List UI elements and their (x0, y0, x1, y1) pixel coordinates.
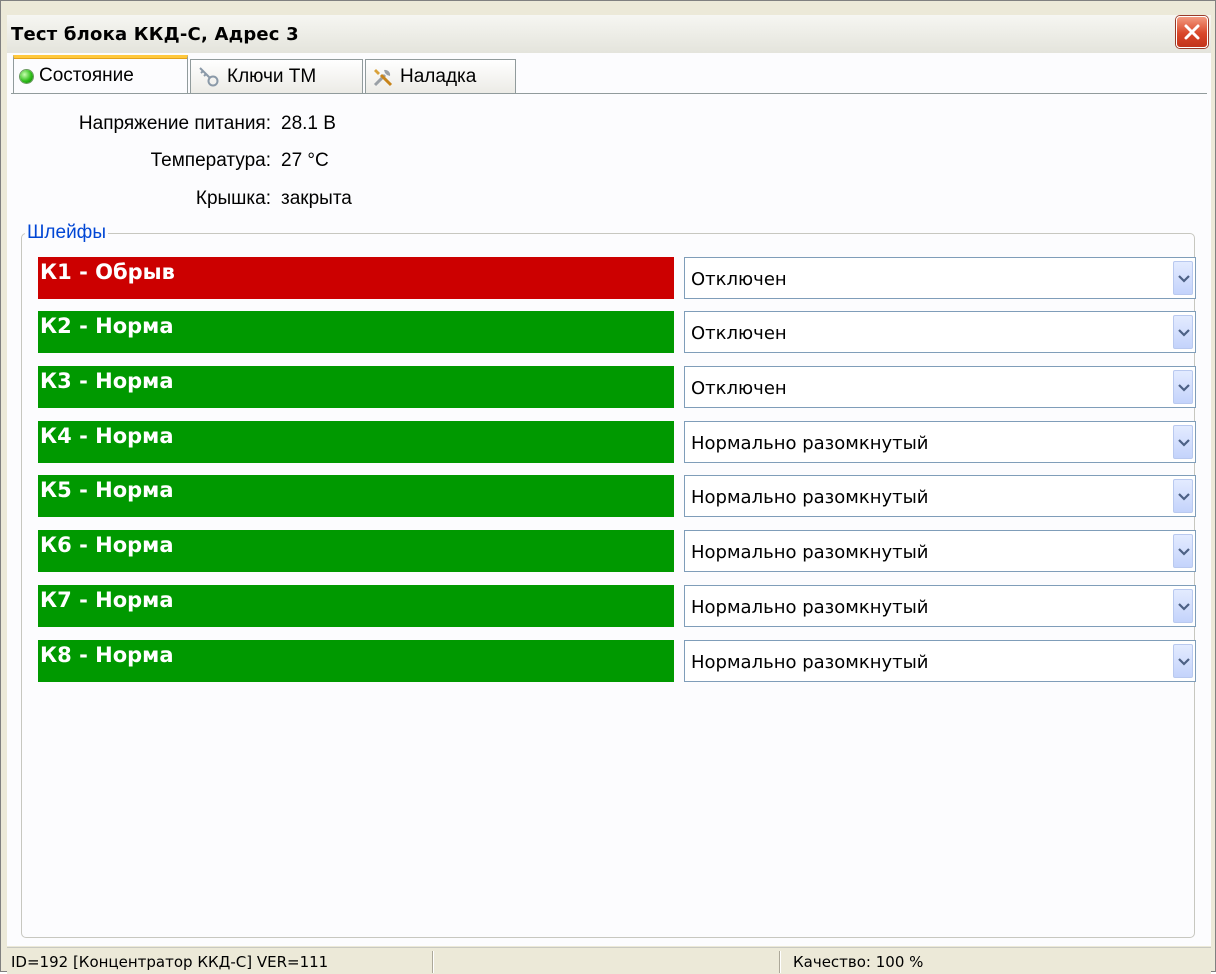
chevron-down-icon (1178, 275, 1190, 283)
dropdown-button[interactable] (1173, 261, 1193, 295)
select-value: Нормально разомкнутый (691, 487, 929, 508)
loop-status-bar: К3 - Норма (38, 366, 674, 408)
voltage-label: Напряжение питания: (78, 113, 271, 134)
tools-icon (373, 68, 393, 86)
chevron-down-icon (1178, 548, 1190, 556)
tab-strip-line (11, 93, 1207, 94)
select-value: Отключен (691, 323, 787, 344)
chevron-down-icon (1178, 658, 1190, 666)
window-title: Тест блока ККД-С, Адрес 3 (11, 24, 299, 45)
status-separator (432, 951, 433, 973)
device-info: ID=192 [Концентратор ККД-С] VER=111 (11, 953, 329, 971)
link-quality: Качество: 100 % (793, 953, 924, 971)
close-button[interactable] (1176, 16, 1208, 48)
client-area: Состояние Ключи ТМ Наладка Напряжение пи… (7, 53, 1211, 946)
tab-tm-keys[interactable]: Ключи ТМ (190, 59, 363, 93)
tab-setup[interactable]: Наладка (365, 59, 516, 93)
loop-status-bar: К2 - Норма (38, 311, 674, 353)
dropdown-button[interactable] (1173, 425, 1193, 459)
dropdown-button[interactable] (1173, 644, 1193, 678)
temperature-row: Температура: (7, 150, 271, 174)
loop-mode-select[interactable]: Нормально разомкнутый (684, 421, 1196, 463)
temperature-label: Температура: (150, 150, 271, 171)
loop-status-bar: К8 - Норма (38, 640, 674, 682)
loops-group-title: Шлейфы (25, 222, 108, 244)
dropdown-button[interactable] (1173, 479, 1193, 513)
loop-mode-select[interactable]: Нормально разомкнутый (684, 530, 1196, 572)
select-value: Нормально разомкнутый (691, 597, 929, 618)
loop-mode-select[interactable]: Нормально разомкнутый (684, 585, 1196, 627)
loop-mode-select[interactable]: Нормально разомкнутый (684, 475, 1196, 517)
loop-status-bar: К1 - Обрыв (38, 257, 674, 299)
loop-status-bar: К6 - Норма (38, 530, 674, 572)
tab-label: Ключи ТМ (227, 65, 317, 87)
loop-mode-select[interactable]: Отключен (684, 366, 1196, 408)
key-icon (199, 66, 219, 86)
title-bar[interactable]: Тест блока ККД-С, Адрес 3 (7, 15, 1211, 54)
status-bar: ID=192 [Концентратор ККД-С] VER=111 Каче… (7, 947, 1211, 974)
dropdown-button[interactable] (1173, 315, 1193, 349)
chevron-down-icon (1178, 493, 1190, 501)
loop-status-bar: К5 - Норма (38, 475, 674, 517)
status-separator (779, 951, 780, 973)
select-value: Отключен (691, 378, 787, 399)
app-window: Тест блока ККД-С, Адрес 3 Состояние Ключ… (0, 0, 1216, 974)
green-led-icon (20, 69, 33, 83)
dropdown-button[interactable] (1173, 534, 1193, 568)
loop-mode-select[interactable]: Нормально разомкнутый (684, 640, 1196, 682)
dropdown-button[interactable] (1173, 589, 1193, 623)
select-value: Нормально разомкнутый (691, 433, 929, 454)
chevron-down-icon (1178, 603, 1190, 611)
voltage-row: Напряжение питания: (7, 113, 271, 137)
dropdown-button[interactable] (1173, 370, 1193, 404)
temperature-value: 27 °C (281, 150, 329, 171)
tab-state[interactable]: Состояние (13, 55, 188, 94)
lid-row: Крышка: (7, 188, 271, 212)
lid-value: закрыта (281, 188, 352, 209)
chevron-down-icon (1178, 329, 1190, 337)
select-value: Отключен (691, 269, 787, 290)
loop-status-bar: К4 - Норма (38, 421, 674, 463)
select-value: Нормально разомкнутый (691, 652, 929, 673)
close-icon (1184, 24, 1200, 40)
tab-label: Наладка (400, 65, 477, 87)
chevron-down-icon (1178, 439, 1190, 447)
select-value: Нормально разомкнутый (691, 542, 929, 563)
loop-mode-select[interactable]: Отключен (684, 257, 1196, 299)
loop-status-bar: К7 - Норма (38, 585, 674, 627)
voltage-value: 28.1 В (281, 113, 336, 134)
loop-mode-select[interactable]: Отключен (684, 311, 1196, 353)
chevron-down-icon (1178, 384, 1190, 392)
lid-label: Крышка: (195, 188, 271, 209)
tab-label: Состояние (39, 65, 134, 86)
